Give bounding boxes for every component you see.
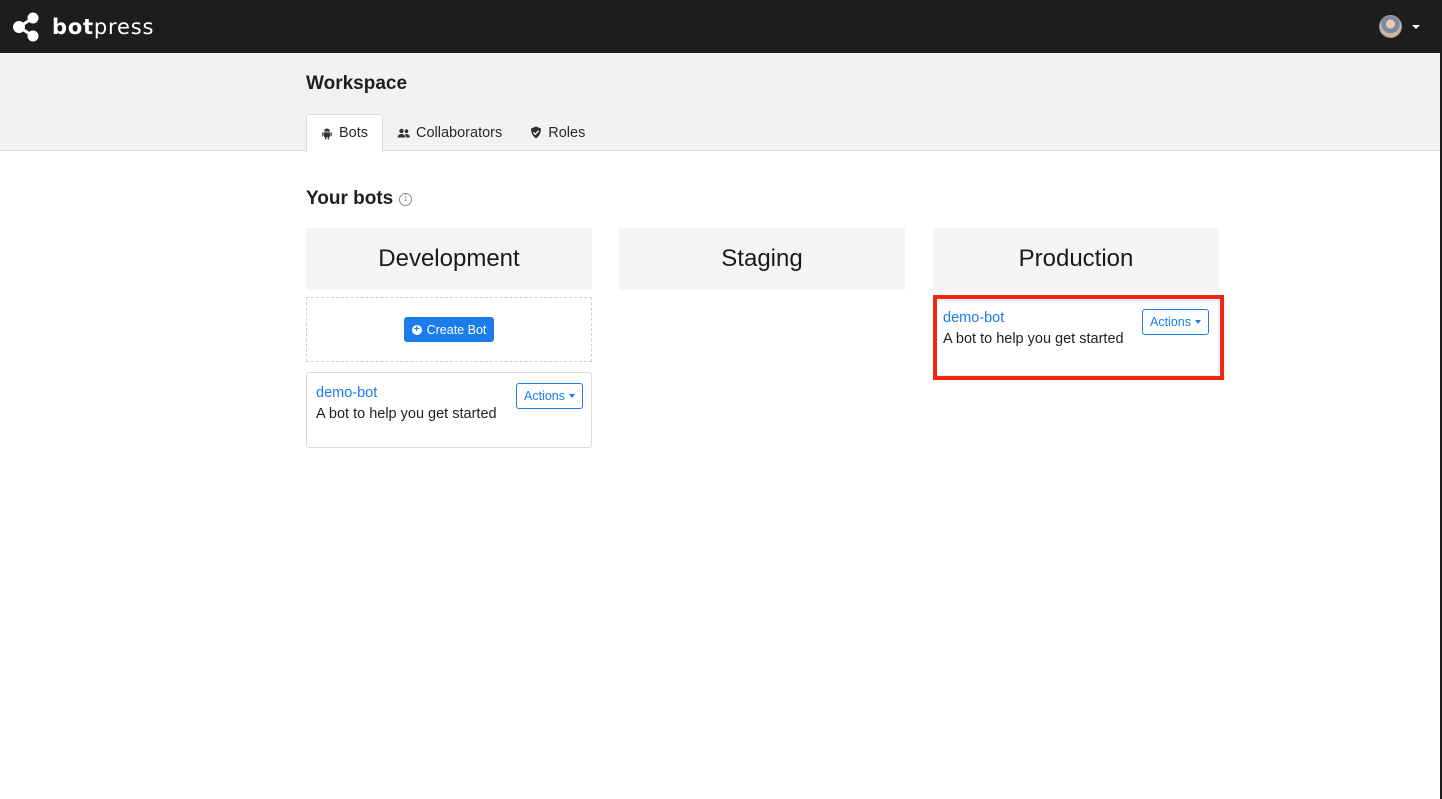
page-title: Workspace [306, 73, 408, 94]
android-icon [322, 128, 332, 139]
actions-dropdown-button[interactable]: Actions [516, 383, 583, 409]
section-title-text: Your bots [306, 188, 394, 209]
create-bot-area: + Create Bot [306, 297, 592, 362]
plus-circle-icon: + [411, 324, 422, 335]
users-icon [397, 128, 410, 137]
bot-card: demo-bot A bot to help you get started A… [306, 372, 592, 448]
workspace-header: Workspace Bots Collaborators Roles [0, 53, 1442, 152]
avatar [1379, 15, 1402, 38]
caret-down-icon [1412, 24, 1420, 29]
user-menu[interactable] [1379, 15, 1420, 38]
botpress-logo[interactable]: botpress [12, 12, 154, 42]
section-title: Your bots i [306, 188, 413, 210]
actions-label: Actions [1150, 315, 1191, 329]
column-production: Production demo-bot A bot to help you ge… [933, 228, 1219, 376]
brand-name: botpress [52, 14, 155, 39]
create-bot-label: Create Bot [426, 322, 487, 337]
info-icon[interactable]: i [399, 192, 413, 206]
workspace-tabs: Bots Collaborators Roles [306, 114, 599, 152]
bot-card: demo-bot A bot to help you get started A… [933, 300, 1219, 376]
tab-roles[interactable]: Roles [516, 114, 599, 151]
share-nodes-icon [13, 12, 39, 41]
tab-label: Roles [548, 124, 586, 141]
tab-label: Bots [339, 125, 369, 141]
column-title: Staging [619, 228, 905, 290]
column-title: Production [933, 228, 1219, 290]
column-title: Development [306, 228, 592, 290]
tab-collaborators[interactable]: Collaborators [383, 114, 516, 151]
tab-label: Collaborators [416, 124, 503, 141]
top-navbar: botpress [0, 0, 1442, 53]
tab-bots[interactable]: Bots [306, 114, 384, 152]
actions-dropdown-button[interactable]: Actions [1142, 309, 1209, 335]
actions-label: Actions [524, 389, 565, 403]
create-bot-button[interactable]: + Create Bot [403, 317, 495, 342]
column-staging: Staging [619, 228, 905, 290]
caret-down-icon [569, 394, 575, 398]
column-development: Development + Create Bot demo-bot A bot … [306, 228, 592, 448]
caret-down-icon [1195, 320, 1201, 324]
shield-icon [531, 126, 542, 139]
